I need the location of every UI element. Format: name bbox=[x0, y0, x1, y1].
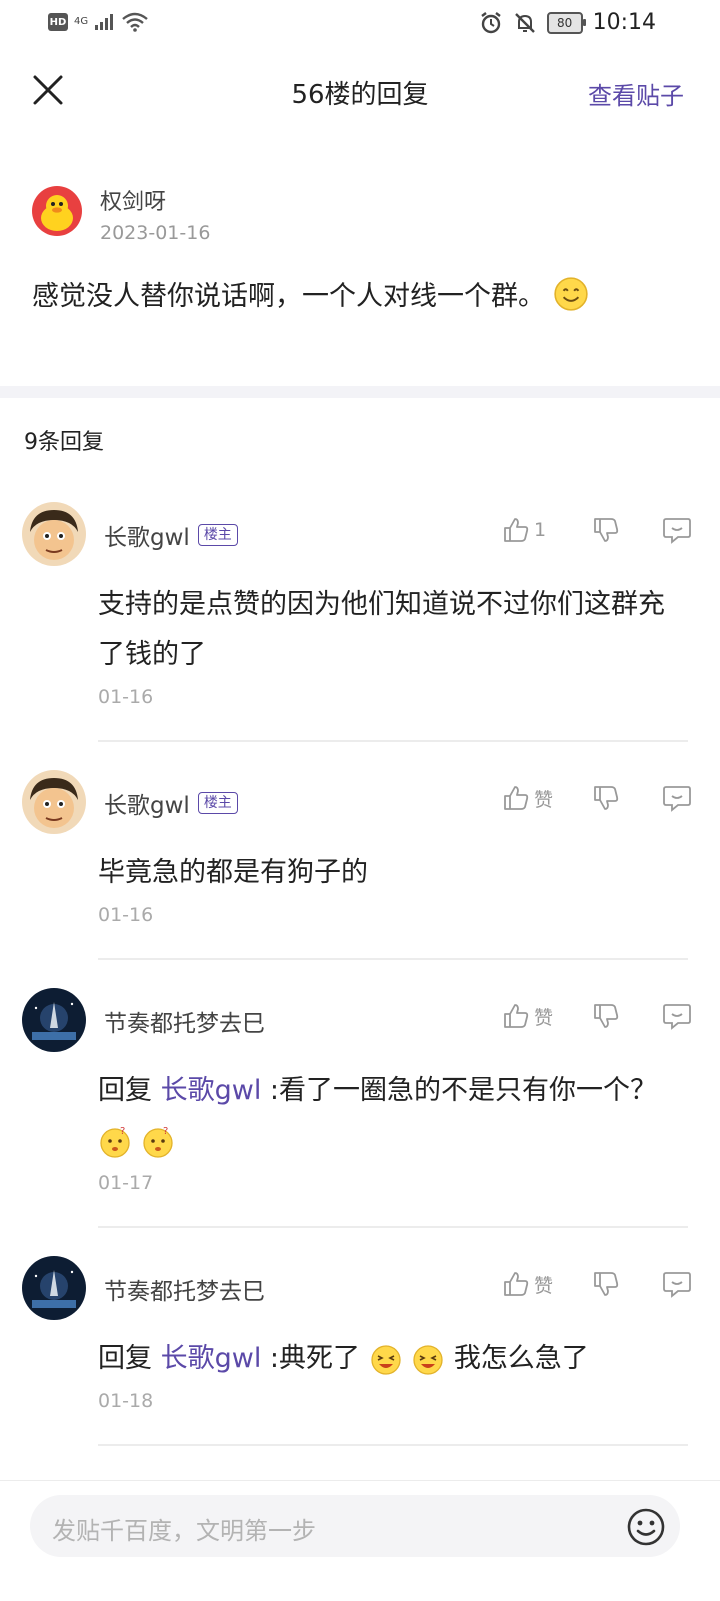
wifi-icon bbox=[122, 12, 148, 32]
reply-prefix: 回复 bbox=[98, 1343, 152, 1374]
hd-icon: HD bbox=[48, 13, 68, 31]
reply-author: 节奏都托梦去巳 bbox=[104, 1272, 265, 1306]
reply-text: 回复 长歌gwl :典死了 我怎么急了 bbox=[98, 1334, 688, 1384]
post-author[interactable]: 权剑呀 bbox=[100, 184, 166, 216]
reply-author: 节奏都托梦去巳 bbox=[104, 1004, 265, 1038]
mention-link[interactable]: 长歌gwl bbox=[161, 1343, 262, 1374]
reply-author-name[interactable]: 长歌gwl bbox=[104, 518, 190, 552]
mention-link[interactable]: 长歌gwl bbox=[161, 1075, 262, 1106]
dislike-button[interactable] bbox=[592, 1002, 620, 1030]
cartoon-avatar-icon bbox=[22, 770, 86, 834]
avatar[interactable] bbox=[22, 770, 86, 834]
thumbs-up-icon bbox=[504, 1004, 529, 1028]
alarm-icon bbox=[480, 11, 501, 33]
reply-separator bbox=[98, 740, 688, 742]
svg-text:?: ? bbox=[120, 1126, 125, 1137]
battery-indicator: 80 bbox=[546, 11, 586, 34]
avatar[interactable] bbox=[32, 186, 82, 236]
smile-emoji-icon bbox=[554, 276, 588, 311]
network-label: 4G bbox=[74, 16, 89, 27]
thumbs-down-icon bbox=[594, 1004, 619, 1028]
reply-date: 01-16 bbox=[98, 686, 154, 708]
section-divider bbox=[0, 386, 720, 398]
thinking-emoji-icon: ? bbox=[100, 1126, 130, 1158]
cartoon-avatar-icon bbox=[22, 502, 86, 566]
reply-separator bbox=[98, 1444, 688, 1446]
reply-author-name[interactable]: 长歌gwl bbox=[104, 786, 190, 820]
status-bar: HD 4G 80 10:14 bbox=[0, 0, 720, 48]
reply-text-content: :典死了 bbox=[269, 1343, 361, 1374]
avatar[interactable] bbox=[22, 988, 86, 1052]
like-label: 赞 bbox=[534, 788, 554, 811]
reply-text: 回复 长歌gwl :看了一圈急的不是只有你一个？ ? ? bbox=[98, 1066, 688, 1166]
mute-bell-icon bbox=[514, 12, 535, 33]
view-post-link[interactable]: 查看贴子 bbox=[588, 76, 684, 111]
reply-author: 长歌gwl 楼主 bbox=[104, 518, 238, 552]
reply-text-content: 我怎么急了 bbox=[453, 1343, 589, 1374]
reply-date: 01-17 bbox=[98, 1172, 154, 1194]
like-button[interactable]: 赞 bbox=[502, 1002, 572, 1030]
like-label: 赞 bbox=[534, 1006, 554, 1029]
owner-badge: 楼主 bbox=[197, 524, 238, 546]
reply-date: 01-16 bbox=[98, 904, 154, 926]
comment-button[interactable] bbox=[662, 784, 692, 812]
duck-avatar-icon bbox=[32, 186, 82, 236]
night-scene-avatar-icon bbox=[22, 1256, 86, 1320]
reply-separator bbox=[98, 1226, 688, 1228]
header: 56楼的回复 查看贴子 bbox=[0, 58, 720, 128]
reply-text: 支持的是点赞的因为他们知道说不过你们这群充了钱的了 bbox=[98, 589, 665, 670]
reply-actions: 1 bbox=[502, 516, 692, 544]
comment-button[interactable] bbox=[662, 516, 692, 544]
thinking-emoji-icon: ? bbox=[142, 1126, 173, 1158]
reply-date: 01-18 bbox=[98, 1390, 154, 1412]
dislike-button[interactable] bbox=[592, 784, 620, 812]
like-count: 1 bbox=[534, 519, 547, 541]
reply-actions: 赞 bbox=[502, 784, 692, 812]
comment-button[interactable] bbox=[662, 1270, 692, 1298]
night-scene-avatar-icon bbox=[22, 988, 86, 1052]
emoji-icon[interactable] bbox=[626, 1507, 666, 1547]
laughing-emoji-icon bbox=[370, 1344, 401, 1375]
thumbs-up-icon bbox=[504, 786, 529, 810]
reply-author-name[interactable]: 节奏都托梦去巳 bbox=[104, 1272, 265, 1306]
reply-actions: 赞 bbox=[502, 1002, 692, 1030]
reply-text: 毕竟急的都是有狗子的 bbox=[98, 857, 368, 888]
clock: 10:14 bbox=[592, 10, 656, 35]
comment-bubble-icon bbox=[663, 1272, 691, 1298]
thumbs-down-icon bbox=[594, 786, 619, 810]
reply-text-content: :看了一圈急的不是只有你一个？ bbox=[269, 1075, 658, 1106]
thumbs-down-icon bbox=[594, 1272, 619, 1296]
owner-badge: 楼主 bbox=[197, 792, 238, 814]
reply-count: 9条回复 bbox=[24, 430, 104, 455]
bottom-input-bar: 发贴千百度，文明第一步 bbox=[0, 1480, 720, 1601]
reply-input[interactable]: 发贴千百度，文明第一步 bbox=[30, 1495, 680, 1557]
like-button[interactable]: 赞 bbox=[502, 784, 572, 812]
like-label: 赞 bbox=[534, 1274, 554, 1297]
reply-author-name[interactable]: 节奏都托梦去巳 bbox=[104, 1004, 265, 1038]
comment-bubble-icon bbox=[663, 1004, 691, 1030]
thumbs-up-icon bbox=[504, 518, 529, 542]
reply-prefix: 回复 bbox=[98, 1075, 152, 1106]
signal-icon bbox=[95, 14, 114, 30]
post-text-content: 感觉没人替你说话啊，一个人对线一个群。 bbox=[32, 281, 545, 312]
like-button[interactable]: 赞 bbox=[502, 1270, 572, 1298]
avatar[interactable] bbox=[22, 502, 86, 566]
comment-bubble-icon bbox=[663, 518, 691, 544]
reply-actions: 赞 bbox=[502, 1270, 692, 1298]
svg-text:?: ? bbox=[163, 1126, 168, 1137]
laughing-emoji-icon bbox=[413, 1344, 443, 1375]
comment-bubble-icon bbox=[663, 786, 691, 812]
avatar[interactable] bbox=[22, 1256, 86, 1320]
reply-separator bbox=[98, 958, 688, 960]
post-text: 感觉没人替你说话啊，一个人对线一个群。 bbox=[32, 274, 589, 313]
reply-input-placeholder: 发贴千百度，文明第一步 bbox=[52, 1517, 316, 1545]
thumbs-down-icon bbox=[594, 518, 619, 542]
dislike-button[interactable] bbox=[592, 516, 620, 544]
like-button[interactable]: 1 bbox=[502, 516, 572, 544]
post-date: 2023-01-16 bbox=[100, 222, 211, 244]
comment-button[interactable] bbox=[662, 1002, 692, 1030]
dislike-button[interactable] bbox=[592, 1270, 620, 1298]
reply-author: 长歌gwl 楼主 bbox=[104, 786, 238, 820]
thumbs-up-icon bbox=[504, 1272, 529, 1296]
